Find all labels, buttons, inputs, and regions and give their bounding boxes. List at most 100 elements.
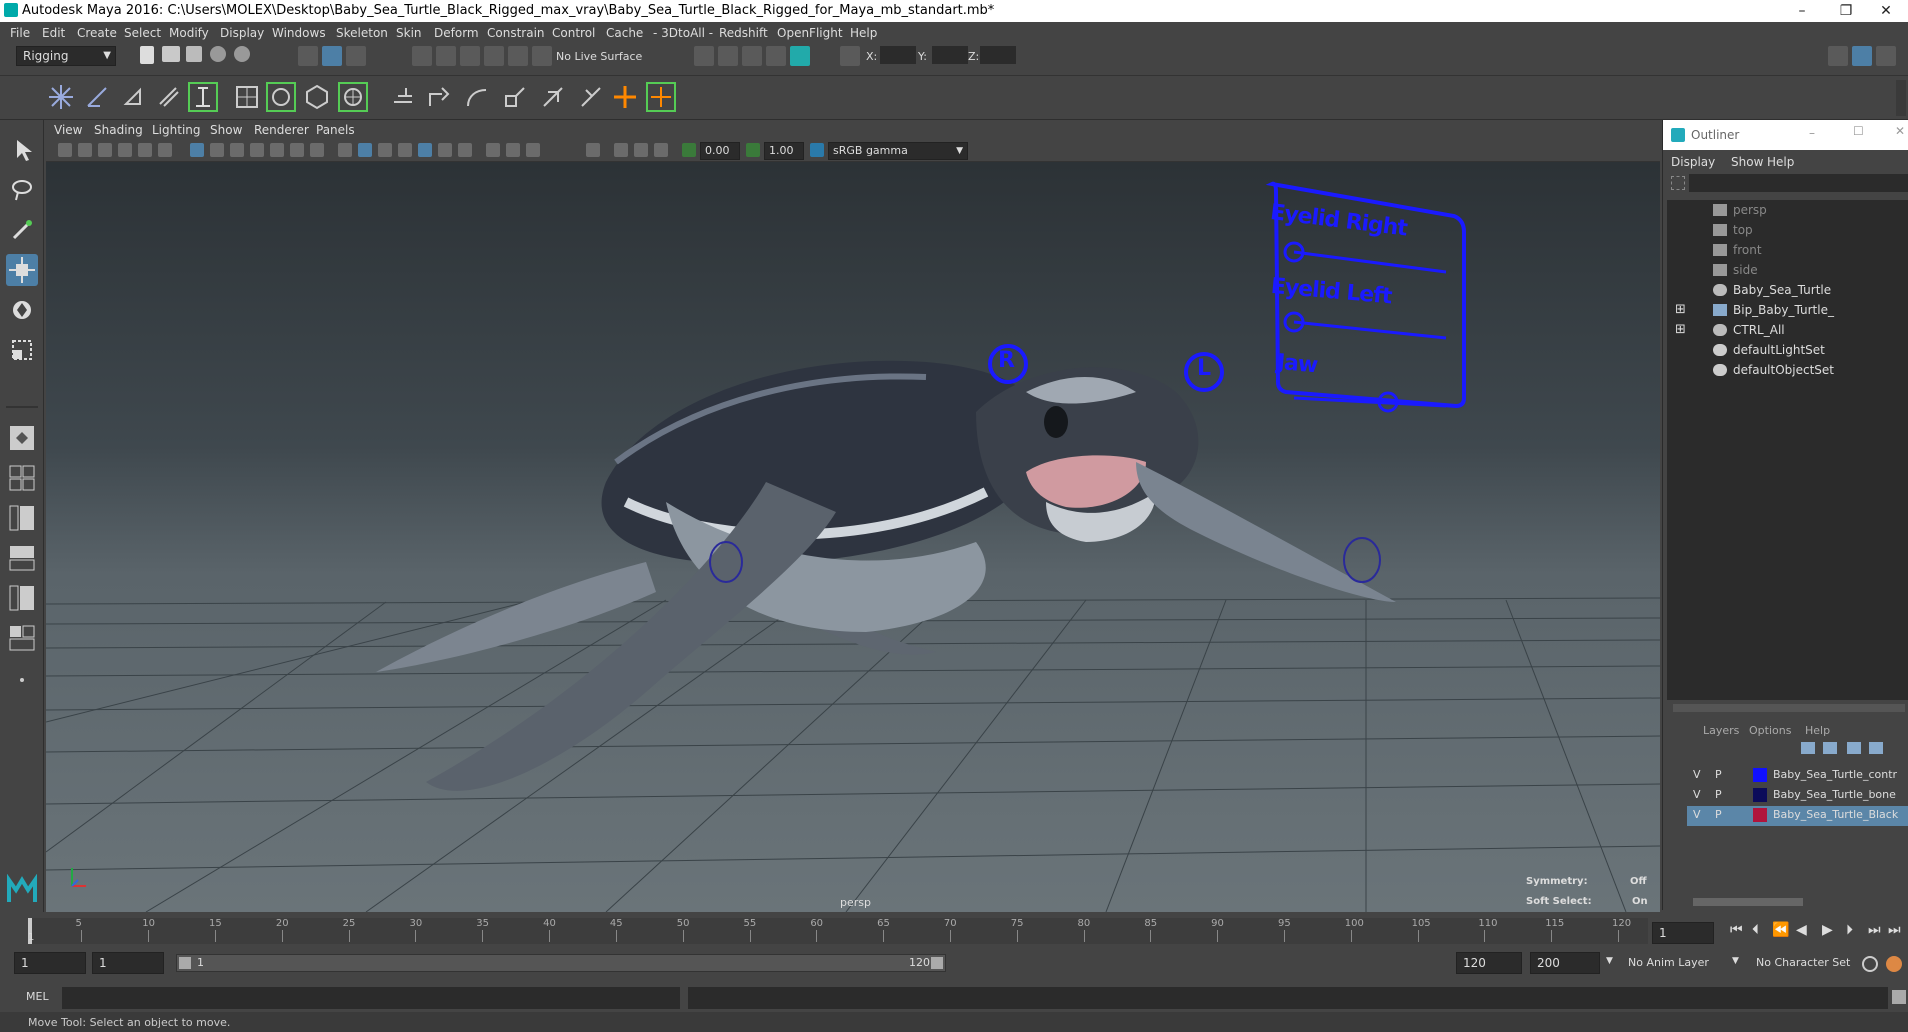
menu-file[interactable]: File <box>10 26 30 40</box>
move-layer-down-icon[interactable] <box>1823 742 1837 754</box>
color-management-icon[interactable] <box>810 143 824 157</box>
render-settings-icon[interactable] <box>766 46 786 66</box>
menu-constrain[interactable]: Constrain <box>487 26 545 40</box>
menu-3dtoall[interactable]: - 3DtoAll - <box>653 26 713 40</box>
layers-menu-help[interactable]: Help <box>1805 724 1830 737</box>
menu-skeleton[interactable]: Skeleton <box>336 26 388 40</box>
bind-skin-icon[interactable] <box>188 82 218 112</box>
snap-point-icon[interactable] <box>460 46 480 66</box>
paint-select-tool-icon[interactable] <box>6 214 38 246</box>
outliner-maximize-button[interactable]: ☐ <box>1853 124 1864 138</box>
menu-edit[interactable]: Edit <box>42 26 65 40</box>
resolution-gate-icon[interactable] <box>230 143 244 157</box>
tool-settings-icon[interactable] <box>1876 46 1896 66</box>
layout-options-icon[interactable] <box>6 670 38 690</box>
screen-space-ao-icon[interactable] <box>486 143 500 157</box>
layer-color-swatch[interactable] <box>1753 788 1767 802</box>
exposure-icon[interactable] <box>682 143 696 157</box>
preferences-icon[interactable] <box>1886 956 1902 972</box>
snap-curve-icon[interactable] <box>436 46 456 66</box>
expand-icon[interactable]: ⊞ <box>1675 322 1686 337</box>
gamma-icon[interactable] <box>746 143 760 157</box>
select-hierarchy-icon[interactable] <box>298 46 318 66</box>
move-layer-up-icon[interactable] <box>1801 742 1815 754</box>
y-field[interactable] <box>932 46 968 64</box>
wireframe-on-shaded-icon[interactable] <box>398 143 412 157</box>
layer-visibility-toggle[interactable]: V <box>1693 768 1701 781</box>
outliner-item-front[interactable]: front <box>1667 240 1908 260</box>
range-start-handle[interactable] <box>179 957 191 969</box>
camera-attributes-icon[interactable] <box>78 143 92 157</box>
safe-title-icon[interactable] <box>310 143 324 157</box>
joint-tool-icon[interactable] <box>46 82 76 112</box>
playback-start-field[interactable]: 1 <box>92 952 164 974</box>
outliner-menu-help[interactable]: Help <box>1767 155 1794 169</box>
outliner-hscrollbar[interactable] <box>1673 704 1905 712</box>
persp-outliner-layout-icon[interactable] <box>6 502 38 534</box>
ipr-render-icon[interactable] <box>742 46 762 66</box>
menu-help[interactable]: Help <box>850 26 877 40</box>
snap-grid-icon[interactable] <box>412 46 432 66</box>
playback-end-field[interactable]: 120 <box>1456 952 1522 974</box>
character-set-dropdown[interactable]: No Character Set <box>1756 956 1850 969</box>
xray-components-icon[interactable] <box>654 143 668 157</box>
outliner-item-persp[interactable]: persp <box>1667 200 1908 220</box>
restore-button[interactable]: ❐ <box>1824 0 1868 22</box>
viewport-menu-shading[interactable]: Shading <box>94 123 143 137</box>
layer-row-bones[interactable]: V P Baby_Sea_Turtle_bone <box>1687 786 1908 806</box>
script-editor-icon[interactable] <box>1892 990 1906 1004</box>
select-component-icon[interactable] <box>346 46 366 66</box>
command-input[interactable] <box>62 987 680 1009</box>
persp-node-layout-icon[interactable] <box>6 622 38 654</box>
redo-icon[interactable] <box>234 46 250 62</box>
layer-visibility-toggle[interactable]: V <box>1693 808 1701 821</box>
scale-tool-icon[interactable] <box>6 334 38 366</box>
undo-icon[interactable] <box>210 46 226 62</box>
menu-openflight[interactable]: OpenFlight <box>777 26 843 40</box>
color-space-dropdown[interactable]: sRGB gamma ▼ <box>828 142 968 160</box>
outliner-item-baby-sea-turtle[interactable]: Baby_Sea_Turtle <box>1667 280 1908 300</box>
outliner-close-button[interactable]: ✕ <box>1895 124 1905 138</box>
outliner-item-side[interactable]: side <box>1667 260 1908 280</box>
open-scene-icon[interactable] <box>162 46 180 62</box>
attribute-editor-icon[interactable] <box>1852 46 1872 66</box>
new-layer-selected-icon[interactable] <box>1869 742 1883 754</box>
use-default-material-icon[interactable] <box>378 143 392 157</box>
menu-windows[interactable]: Windows <box>272 26 326 40</box>
rotate-tool-icon[interactable] <box>6 294 38 326</box>
anti-aliasing-icon[interactable] <box>526 143 540 157</box>
menu-display[interactable]: Display <box>220 26 264 40</box>
new-scene-icon[interactable] <box>140 46 154 64</box>
menuset-dropdown[interactable]: Rigging ▼ <box>16 46 116 66</box>
transform-mode-icon[interactable] <box>840 46 860 66</box>
scale-constraint-icon[interactable] <box>500 82 530 112</box>
current-frame-field[interactable]: 1 <box>1652 922 1714 944</box>
wireframe-icon[interactable] <box>338 143 352 157</box>
cluster-icon[interactable] <box>338 82 368 112</box>
gamma-field[interactable]: 1.00 <box>764 142 804 160</box>
viewport-menu-lighting[interactable]: Lighting <box>152 123 201 137</box>
channel-box-icon[interactable] <box>1828 46 1848 66</box>
layers-hscrollbar[interactable] <box>1693 898 1803 906</box>
point-constraint-icon[interactable] <box>388 82 418 112</box>
two-d-pan-zoom-icon[interactable] <box>138 143 152 157</box>
snap-projected-icon[interactable] <box>484 46 504 66</box>
ik-handle-icon[interactable] <box>118 82 148 112</box>
aim-constraint-icon[interactable] <box>424 82 454 112</box>
smooth-shade-icon[interactable] <box>358 143 372 157</box>
viewport-menu-renderer[interactable]: Renderer <box>254 123 309 137</box>
expand-icon[interactable]: ⊞ <box>1675 302 1686 317</box>
outliner-item-default-object-set[interactable]: defaultObjectSet <box>1667 360 1908 380</box>
minimize-button[interactable]: – <box>1780 0 1824 22</box>
layer-playback-toggle[interactable]: P <box>1715 808 1722 821</box>
x-field[interactable] <box>880 46 916 64</box>
outliner-menu-show[interactable]: Show <box>1731 155 1763 169</box>
viewport-menu-panels[interactable]: Panels <box>316 123 355 137</box>
textured-icon[interactable] <box>418 143 432 157</box>
outliner-minimize-button[interactable]: – <box>1809 126 1815 140</box>
single-perspective-layout-icon[interactable] <box>6 422 38 454</box>
time-slider[interactable]: 1 1 ⏮ ⏴ ⏪ ◀ ▶ ⏵ ⏭ ⏭ 5 10 15 20 25 30 35 40 45 50 5… <box>0 912 1908 948</box>
layers-menu-layers[interactable]: Layers <box>1703 724 1739 737</box>
exposure-field[interactable]: 0.00 <box>700 142 740 160</box>
ik-spline-icon[interactable] <box>154 82 184 112</box>
